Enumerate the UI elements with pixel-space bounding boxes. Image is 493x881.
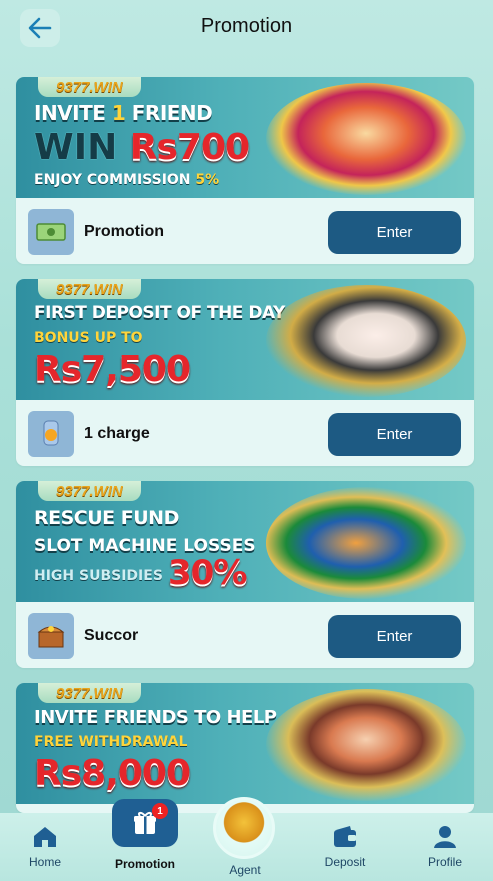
promo-label: Succor [84,627,139,644]
notification-badge: 1 [152,803,168,819]
promo-label: 1 charge [84,425,150,442]
promo-banner[interactable]: 9377.WIN INVITE FRIENDS TO HELP FREE WIT… [16,683,474,804]
nav-agent[interactable]: Agent [210,863,280,877]
promo-card-first-deposit: 9377.WIN FIRST DEPOSIT OF THE DAY BONUS … [16,279,474,466]
banner-headline: RESCUE FUND [34,507,179,529]
brand-tag: 9377.WIN [38,481,141,501]
brand-tag: 9377.WIN [38,77,141,97]
money-icon [28,209,74,255]
header: Promotion [0,0,493,60]
nav-deposit-label: Deposit [324,855,366,869]
nav-agent-label: Agent [229,863,261,877]
promo-card-invite-help: 9377.WIN INVITE FRIENDS TO HELP FREE WIT… [16,683,474,813]
promo-banner[interactable]: 9377.WIN INVITE 1 FRIEND WIN Rs700 ENJOY… [16,77,474,198]
banner-percent: 30% [168,553,247,593]
banner-amount: WIN Rs700 [34,127,250,168]
treasure-chest-icon [28,613,74,659]
nav-promotion-label: Promotion [115,857,175,871]
banner-subline: BONUS UP TO [34,330,143,346]
enter-button[interactable]: Enter [328,413,461,456]
brand-tag: 9377.WIN [38,279,141,299]
promo-action-row: Succor Enter [16,602,474,668]
banner-headline: INVITE 1 FRIEND [34,101,213,125]
nav-home-label: Home [28,855,61,869]
enter-button[interactable]: Enter [328,615,461,658]
profile-icon [434,826,456,848]
banner-subsidies: HIGH SUBSIDIES [34,568,163,584]
banner-amount: Rs8,000 [34,753,191,794]
brand-tag: 9377.WIN [38,683,141,703]
nav-promotion-tile[interactable]: 1 [112,799,178,847]
promo-art-image [266,285,466,397]
nav-promotion[interactable]: Promotion [110,857,180,871]
promo-art-image [266,689,466,801]
banner-headline: FIRST DEPOSIT OF THE DAY [34,303,285,323]
promo-banner[interactable]: 9377.WIN FIRST DEPOSIT OF THE DAY BONUS … [16,279,474,400]
promo-action-row: Promotion Enter [16,198,474,264]
promo-card-rescue-fund: 9377.WIN RESCUE FUND SLOT MACHINE LOSSES… [16,481,474,668]
nav-profile[interactable]: Profile [410,825,480,869]
wallet-icon [334,826,356,847]
banner-headline: INVITE FRIENDS TO HELP [34,707,277,728]
agent-chest-icon[interactable] [213,797,275,859]
bottom-nav: Home 1 Promotion Agent Deposit Profile [0,797,493,881]
promo-art-image [266,83,466,195]
home-icon [34,827,56,847]
promo-card-invite: 9377.WIN INVITE 1 FRIEND WIN Rs700 ENJOY… [16,77,474,264]
promo-art-image [266,487,466,599]
nav-profile-label: Profile [427,855,462,869]
coin-hand-icon [28,411,74,457]
page-title: Promotion [200,15,293,37]
nav-deposit[interactable]: Deposit [310,825,380,869]
enter-button[interactable]: Enter [328,211,461,254]
nav-home[interactable]: Home [10,825,80,869]
promo-action-row: 1 charge Enter [16,400,474,466]
banner-subline: FREE WITHDRAWAL [34,734,188,750]
banner-subline: ENJOY COMMISSION 5% [34,172,220,188]
promo-label: Promotion [84,223,164,240]
banner-amount: Rs7,500 [34,349,191,390]
promo-banner[interactable]: 9377.WIN RESCUE FUND SLOT MACHINE LOSSES… [16,481,474,602]
